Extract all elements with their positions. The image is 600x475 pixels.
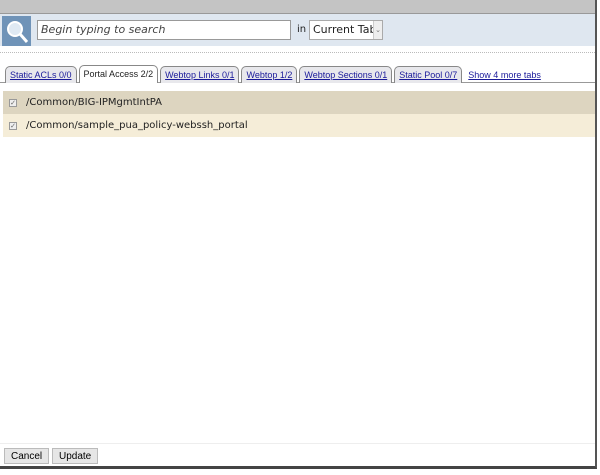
list-item[interactable]: ✓ /Common/BIG-IPMgmtIntPA	[3, 91, 595, 114]
chevron-down-icon: ⌄	[373, 21, 382, 39]
in-label: in	[297, 24, 307, 35]
search-icon[interactable]	[2, 16, 31, 46]
scope-value: Current Tab	[313, 23, 377, 36]
tab-bar: Static ACLs 0/0 Portal Access 2/2 Webtop…	[5, 65, 590, 83]
search-bar: Begin typing to search in Current Tab ⌄	[0, 14, 595, 46]
search-input[interactable]: Begin typing to search	[37, 20, 291, 40]
list-item[interactable]: ✓ /Common/sample_pua_policy-webssh_porta…	[3, 114, 595, 137]
tab-webtop[interactable]: Webtop 1/2	[241, 66, 298, 83]
tab-static-pool[interactable]: Static Pool 0/7	[394, 66, 463, 83]
item-label: /Common/sample_pua_policy-webssh_portal	[26, 120, 248, 131]
scope-select[interactable]: Current Tab ⌄	[309, 20, 383, 40]
footer-divider	[0, 443, 595, 444]
divider	[0, 52, 595, 53]
checkbox[interactable]: ✓	[9, 121, 17, 130]
show-more-tabs-link[interactable]: Show 4 more tabs	[464, 70, 544, 83]
tab-static-acls[interactable]: Static ACLs 0/0	[5, 66, 77, 83]
tab-webtop-sections[interactable]: Webtop Sections 0/1	[299, 66, 393, 83]
update-button[interactable]: Update	[52, 448, 99, 464]
checkbox[interactable]: ✓	[9, 98, 17, 107]
tab-webtop-links[interactable]: Webtop Links 0/1	[160, 66, 240, 83]
item-label: /Common/BIG-IPMgmtIntPA	[26, 97, 163, 108]
tab-portal-access[interactable]: Portal Access 2/2	[78, 65, 159, 83]
title-bar	[0, 0, 595, 14]
cancel-button[interactable]: Cancel	[4, 448, 50, 464]
